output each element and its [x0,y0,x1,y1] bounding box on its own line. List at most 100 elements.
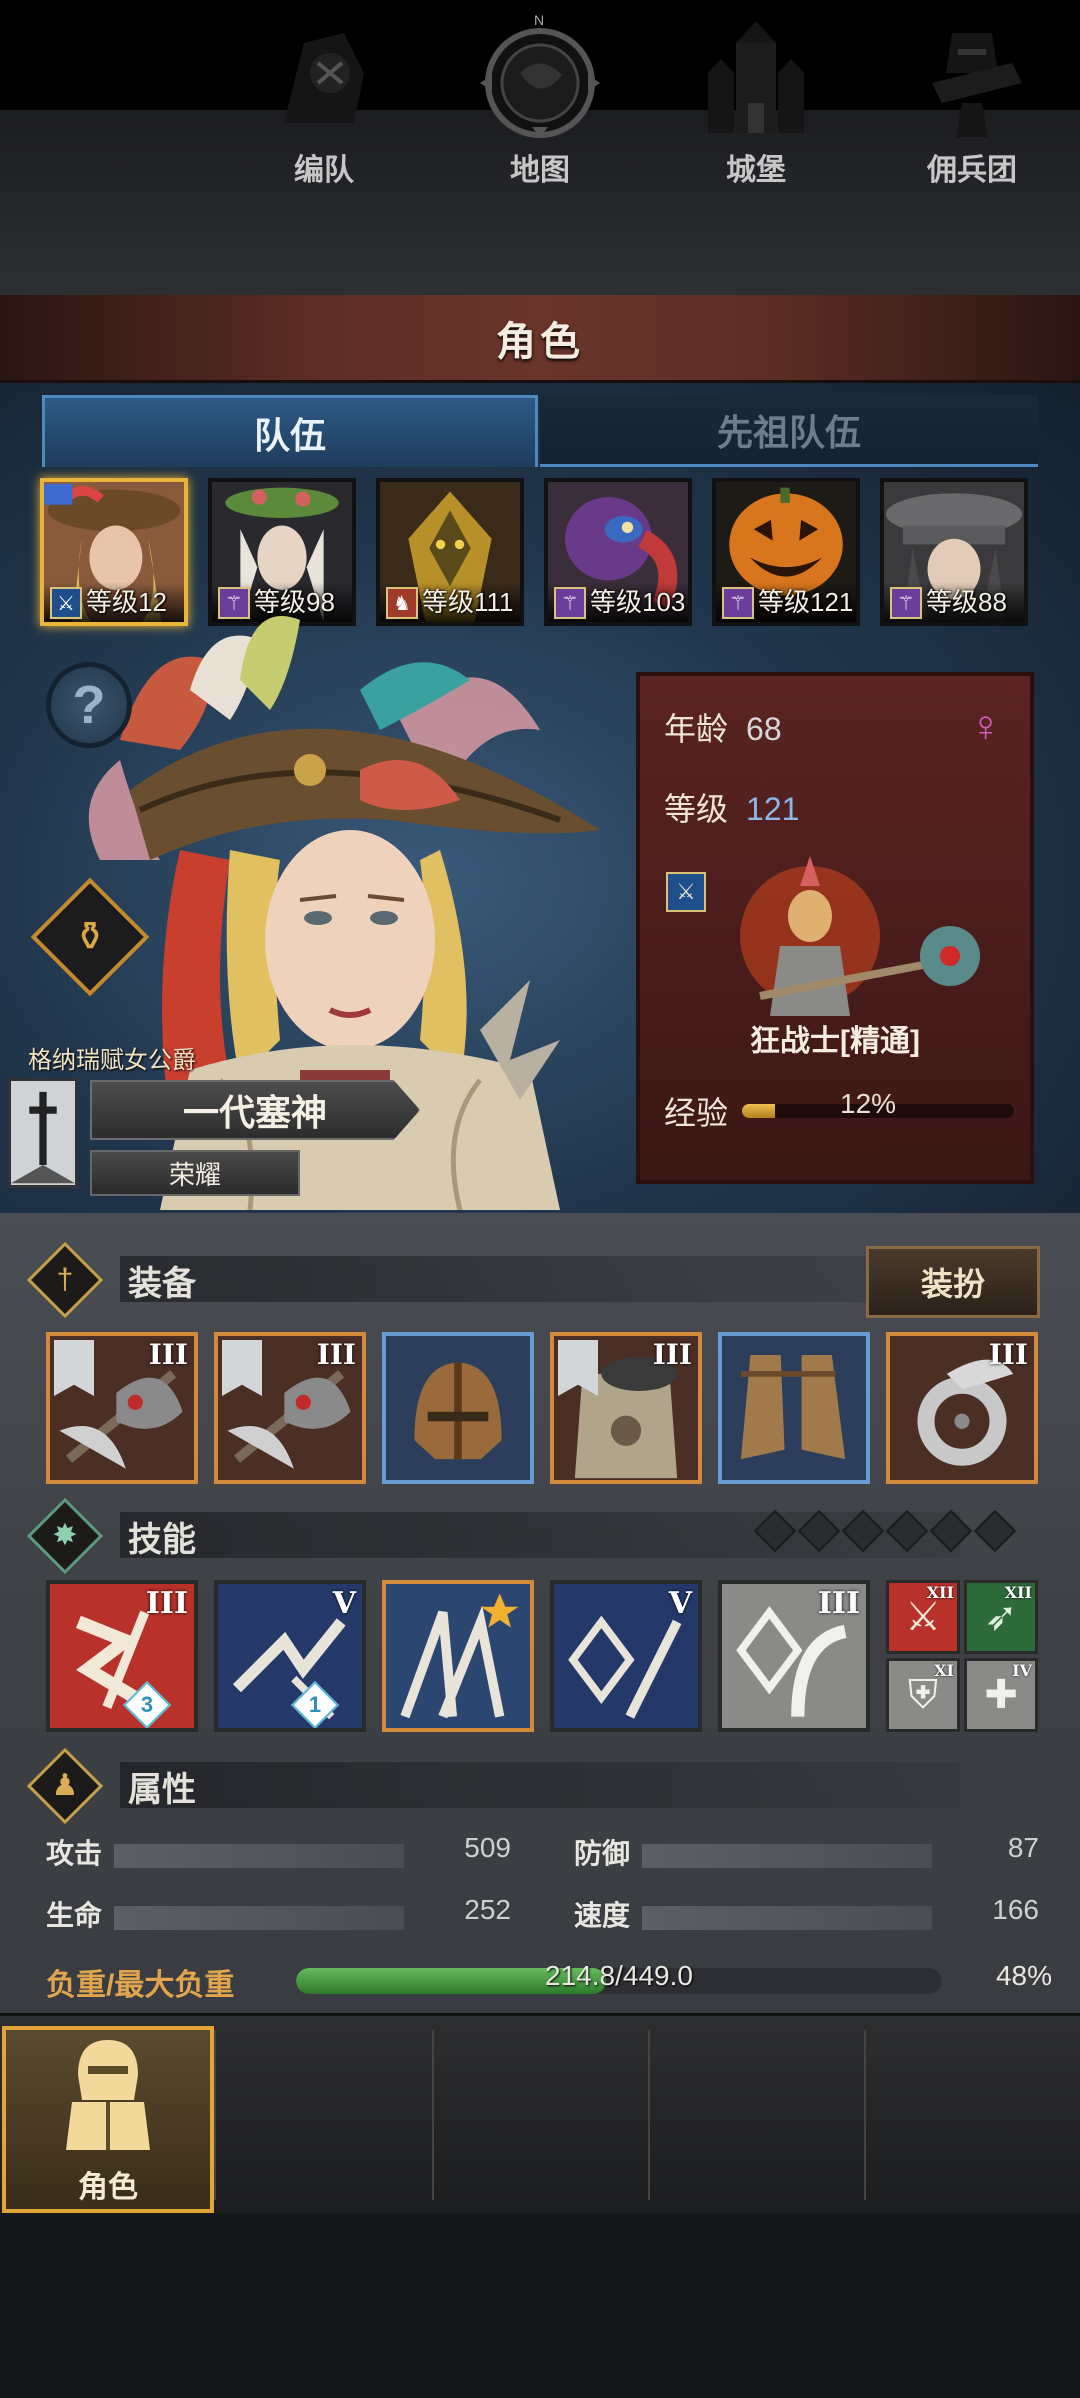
nav-label: 编队 [294,154,354,187]
age-label: 年龄 [664,711,729,747]
tab-team[interactable]: 队伍 [42,395,538,467]
passive-skill-1[interactable]: ⚔ XII [886,1580,960,1654]
nav-label: 城堡 [726,154,786,187]
attribute-value: 166 [992,1894,1039,1925]
equipment-slot-weapon-1[interactable]: III [46,1332,198,1484]
equipment-slot-weapon-2[interactable]: III [214,1332,366,1484]
female-icon: ♀ [969,702,1002,751]
mercenary-icon [932,33,1022,137]
nav-character[interactable]: 角色 [2,2026,214,2213]
exp-bar-fill [742,1104,775,1118]
person-icon: ♟ [51,1769,79,1802]
exp-percent: 12% [840,1088,897,1119]
compass-icon: N [480,13,600,138]
load-value: 214.8/449.0 [545,1960,693,1991]
item-rank: III [316,1338,356,1371]
page-header: 角色 [0,295,1080,383]
level-value: 121 [746,791,800,827]
page-title: 角色 [496,319,584,364]
item-rank: III [652,1338,692,1371]
attribute-attack: 攻击 509 [46,1832,511,1872]
skill-badge: 3 [140,1692,154,1717]
skill-slot-2[interactable]: V 1 [214,1580,366,1732]
skill-slot-5[interactable]: III [718,1580,870,1732]
attribute-defense: 防御 87 [574,1832,1039,1872]
attribute-value: 509 [464,1832,511,1863]
skill-slot-3[interactable] [382,1580,534,1732]
sword-icon: ⚔ [666,872,706,912]
skill-rank: XI [934,1661,954,1680]
attribute-speed: 速度 166 [574,1894,1039,1934]
staff-icon: ⚚ [890,587,922,619]
skill-slot-1[interactable]: III 3 [46,1580,198,1732]
class-name: 狂战士[精通] [750,1025,920,1058]
exp-label: 经验 [664,1095,729,1131]
helmet-icon [414,1362,502,1460]
load-percent: 48% [995,1960,1052,1991]
equipment-slot-ring[interactable]: III [886,1332,1038,1484]
staff-icon: ⚚ [722,587,754,619]
skill-badge: 1 [308,1692,322,1717]
nav-mercenary[interactable]: 佣兵团 [866,13,1078,200]
age-row: 年龄 68 [664,704,782,750]
skill-rank: V [332,1586,356,1621]
tab-ancestor-team[interactable]: 先祖队伍 [540,395,1038,467]
equipment-slot-armor[interactable]: III [550,1332,702,1484]
attribute-name: 防御 [574,1838,631,1869]
attribute-name: 攻击 [46,1838,103,1869]
item-rank: III [988,1338,1028,1371]
knight-icon [66,2040,150,2150]
skill-slot-indicators [753,1509,1017,1553]
pouch-icon: ⚱ [73,915,107,959]
dress-up-button[interactable]: 装扮 [866,1246,1040,1318]
load-label: 负重/最大负重 [46,1969,235,2002]
passive-skill-4[interactable]: ✚ IV [964,1658,1038,1732]
skill-slot-4[interactable]: V [550,1580,702,1732]
character-info-card: 年龄 68 ♀ 等级 121 ⚔ 狂战士[精通] 经验 12% [636,672,1034,1184]
character-subtitle: 格纳瑞赋女公爵 [28,1047,196,1074]
dagger-icon: † [56,1263,74,1296]
equipment-label: 装备 [128,1264,196,1303]
skill-rank: XII [1004,1583,1032,1602]
compass-north-label: N [534,13,544,28]
skill-rank: III [145,1586,188,1621]
attribute-value: 252 [464,1894,511,1925]
nav-label: 地图 [510,154,570,187]
nav-label: 角色 [78,2171,138,2204]
star-burst-icon: ✸ [52,1519,78,1552]
skill-rank: IV [1012,1661,1032,1680]
skill-rank: III [817,1586,860,1621]
attributes-label: 属性 [128,1770,196,1809]
castle-icon [708,21,804,133]
passive-skill-2[interactable]: ➶ XII [964,1580,1038,1654]
question-icon: ? [72,675,106,735]
attribute-value: 87 [1007,1832,1039,1863]
level-label: 等级 [664,791,729,827]
hero-slot-6[interactable]: ⚚ 等级88 [880,478,1028,626]
attributes-header: ♟ 属性 [26,1747,196,1825]
hero-slot-5[interactable]: ⚚ 等级121 [712,478,860,626]
skills-header: ✸ 技能 [26,1497,196,1575]
equipment-header: † 装备 [26,1241,196,1319]
hero-level: 等级121 [758,587,854,617]
item-rank: III [148,1338,188,1371]
attribute-health: 生命 252 [46,1894,511,1934]
formation-icon [284,33,364,123]
nav-map[interactable]: N 地图 [434,13,646,200]
age-value: 68 [746,711,782,747]
equipment-slot-helmet[interactable] [382,1332,534,1484]
attribute-name: 生命 [46,1900,103,1931]
character-title[interactable]: 一代塞神 [90,1080,420,1140]
hero-level: 等级88 [926,587,1007,617]
skills-label: 技能 [128,1520,196,1559]
skill-rank: XII [926,1583,954,1602]
skill-rank: V [668,1586,692,1621]
character-rank: 荣耀 [90,1150,300,1196]
help-button[interactable]: ? [46,662,132,748]
equipment-slot-boots[interactable] [718,1332,870,1484]
claw-skill-icon [400,1593,519,1719]
level-row: 等级 121 [664,784,799,830]
nav-formation[interactable]: 编队 [218,13,430,200]
passive-skill-3[interactable]: ⛨ XI [886,1658,960,1732]
nav-castle[interactable]: 城堡 [650,13,862,200]
